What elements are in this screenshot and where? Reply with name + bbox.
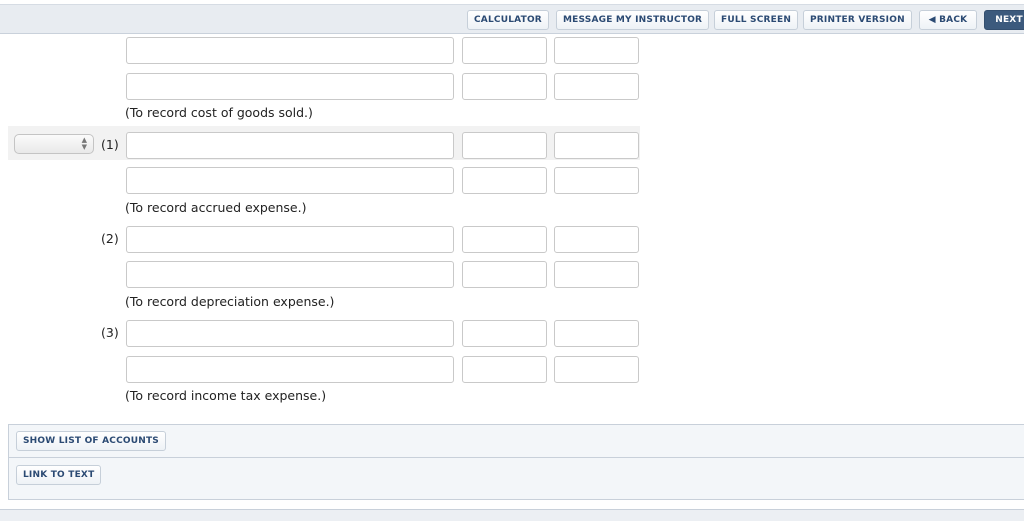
debit-field[interactable] xyxy=(462,261,547,288)
account-field[interactable] xyxy=(126,320,454,347)
message-instructor-button[interactable]: MESSAGE MY INSTRUCTOR xyxy=(556,10,710,30)
calculator-button[interactable]: CALCULATOR xyxy=(467,10,549,30)
back-label: BACK xyxy=(939,15,968,25)
caret-left-icon: ◀ xyxy=(928,15,936,25)
debit-field[interactable] xyxy=(462,37,547,64)
footer-strip xyxy=(0,509,1024,521)
entry-number: (3) xyxy=(101,325,119,340)
entry-number: (2) xyxy=(101,231,119,246)
account-field[interactable] xyxy=(126,132,454,159)
credit-field[interactable] xyxy=(554,226,639,253)
entry-note: (To record depreciation expense.) xyxy=(125,294,335,309)
credit-field[interactable] xyxy=(554,356,639,383)
credit-field[interactable] xyxy=(554,132,639,159)
debit-field[interactable] xyxy=(462,320,547,347)
credit-field[interactable] xyxy=(554,37,639,64)
debit-field[interactable] xyxy=(462,132,547,159)
entry-note: (To record accrued expense.) xyxy=(125,200,307,215)
printer-version-button[interactable]: PRINTER VERSION xyxy=(803,10,912,30)
show-list-of-accounts-button[interactable]: SHOW LIST OF ACCOUNTS xyxy=(16,431,166,451)
credit-field[interactable] xyxy=(554,261,639,288)
entry-note: (To record cost of goods sold.) xyxy=(125,105,313,120)
account-field[interactable] xyxy=(126,73,454,100)
select-arrows-icon: ▲ ▼ xyxy=(81,136,87,151)
next-button[interactable]: NEXT xyxy=(984,10,1024,30)
debit-field[interactable] xyxy=(462,167,547,194)
account-field[interactable] xyxy=(126,226,454,253)
entry-number: (1) xyxy=(101,137,119,152)
account-field[interactable] xyxy=(126,167,454,194)
link-to-text-button[interactable]: LINK TO TEXT xyxy=(16,465,102,485)
debit-field[interactable] xyxy=(462,73,547,100)
full-screen-button[interactable]: FULL SCREEN xyxy=(714,10,799,30)
back-button[interactable]: ◀ BACK xyxy=(919,10,977,30)
entry-select[interactable]: ▲ ▼ xyxy=(14,134,94,154)
top-toolbar: CALCULATOR MESSAGE MY INSTRUCTOR FULL SC… xyxy=(0,4,1024,34)
credit-field[interactable] xyxy=(554,320,639,347)
debit-field[interactable] xyxy=(462,356,547,383)
credit-field[interactable] xyxy=(554,167,639,194)
account-field[interactable] xyxy=(126,356,454,383)
debit-field[interactable] xyxy=(462,226,547,253)
account-field[interactable] xyxy=(126,37,454,64)
entry-note: (To record income tax expense.) xyxy=(125,388,327,403)
credit-field[interactable] xyxy=(554,73,639,100)
resources-panel: SHOW LIST OF ACCOUNTS LINK TO TEXT xyxy=(8,424,1024,500)
panel-divider xyxy=(9,457,1024,458)
account-field[interactable] xyxy=(126,261,454,288)
